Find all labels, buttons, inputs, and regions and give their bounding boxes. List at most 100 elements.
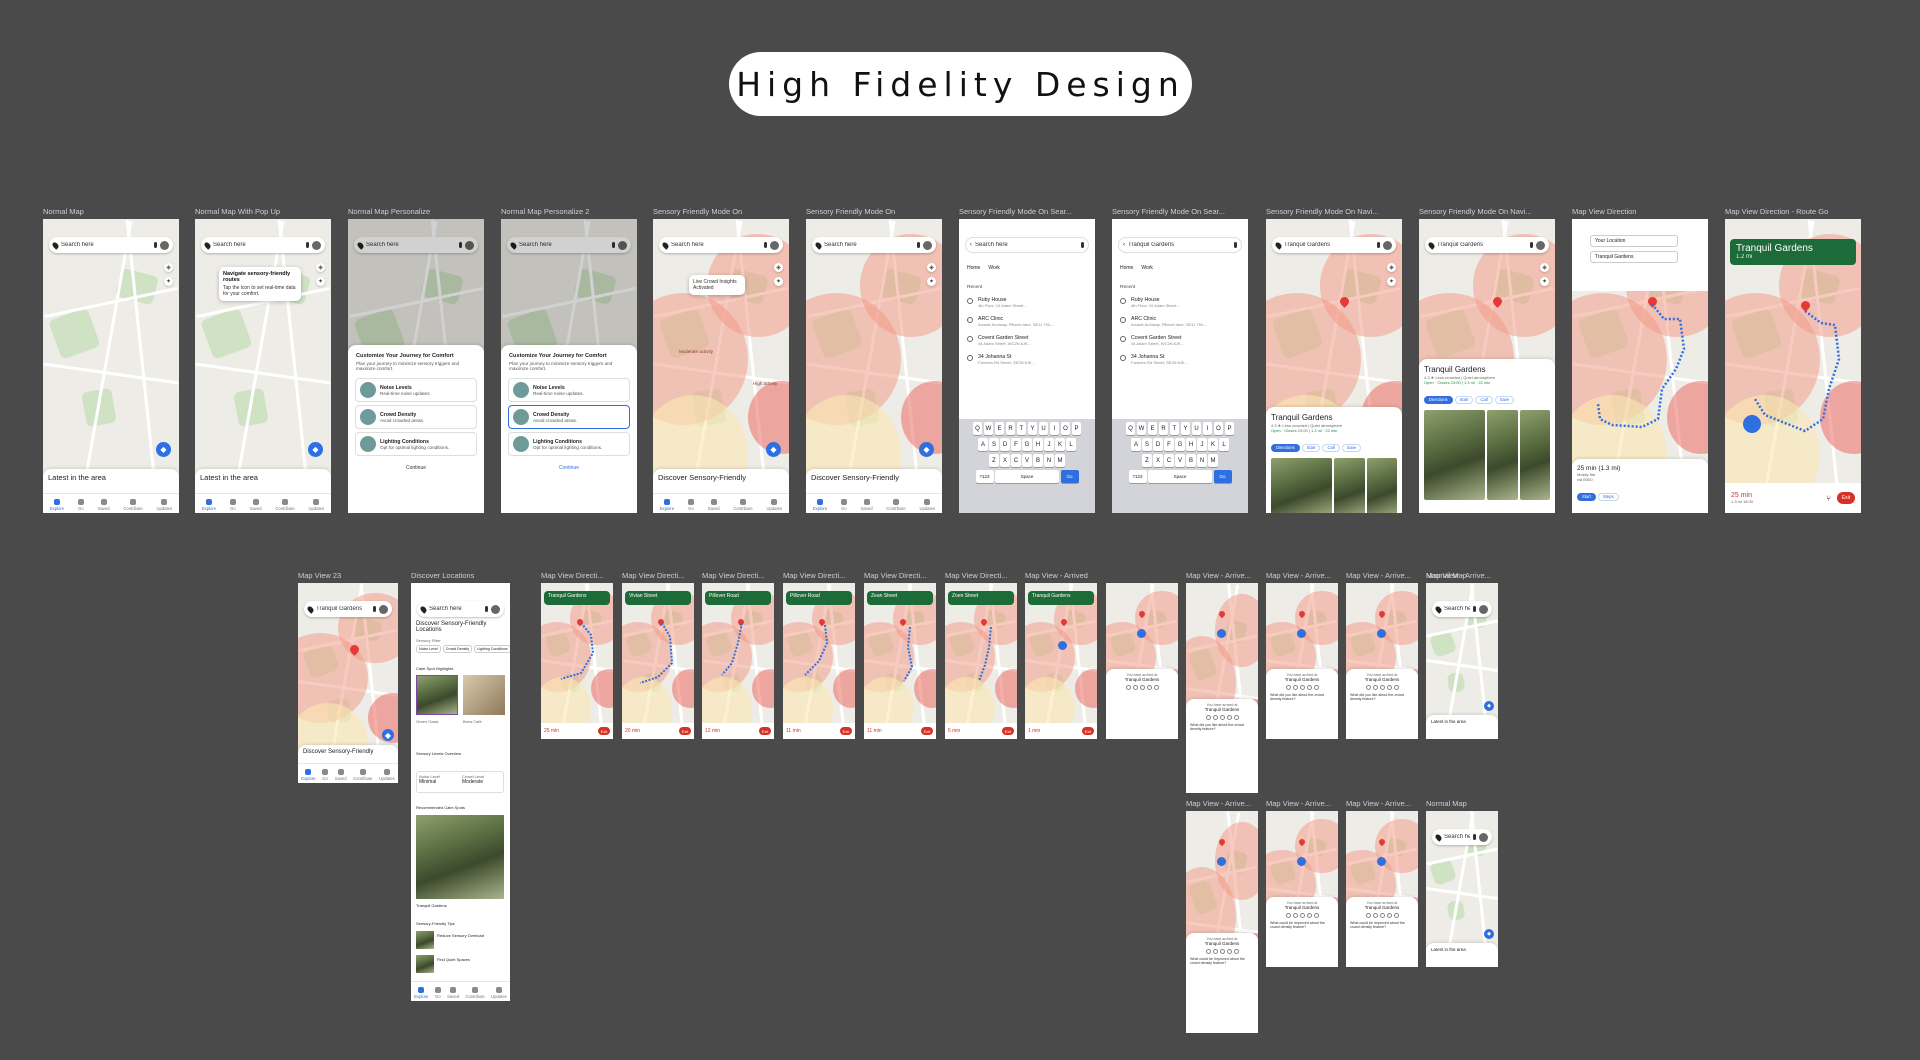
key[interactable]: Y <box>1180 422 1191 435</box>
rating-circle[interactable] <box>1292 685 1298 690</box>
key[interactable]: Y <box>1027 422 1038 435</box>
rating-circle[interactable] <box>1386 685 1392 690</box>
arrival-sheet[interactable]: You have arrived at Tranquil Gardens <box>1106 669 1178 739</box>
exit-button[interactable]: Exit <box>840 727 852 735</box>
work-chip[interactable]: Work <box>1141 265 1153 271</box>
avatar[interactable] <box>312 240 321 250</box>
key[interactable]: J <box>1044 438 1054 451</box>
personalize-sheet[interactable]: Customize Your Journey for Comfort Plan y… <box>348 345 484 513</box>
rating-circle[interactable] <box>1226 949 1232 954</box>
place-photo[interactable] <box>1334 458 1365 513</box>
exit-button[interactable]: Exit <box>921 727 933 735</box>
key[interactable]: R <box>1158 422 1169 435</box>
nav-item-contribute[interactable]: Contribute <box>465 987 485 999</box>
sensory-mode-icon[interactable]: ✦ <box>1540 277 1549 286</box>
key[interactable]: C <box>1164 454 1174 467</box>
option-lighting-conditions[interactable]: Lighting Conditions Opt for optimal light… <box>508 432 630 456</box>
save-button[interactable]: Save <box>1341 443 1362 452</box>
nav-item-go[interactable]: Go <box>687 499 694 511</box>
key[interactable]: P <box>1224 422 1235 435</box>
microphone-icon[interactable] <box>485 606 488 612</box>
nav-item-saved[interactable]: Saved <box>98 499 110 511</box>
route-options-icon[interactable]: ⑂ <box>1826 494 1831 503</box>
rating-circle[interactable] <box>1285 913 1291 918</box>
key[interactable]: X <box>1153 454 1163 467</box>
rating-circle[interactable] <box>1139 685 1145 690</box>
home-chip[interactable]: Home <box>967 265 980 271</box>
bottom-sheet[interactable]: Latest in the area <box>1426 943 1498 967</box>
key[interactable]: B <box>1186 454 1196 467</box>
space-key[interactable]: Space <box>995 470 1059 483</box>
key[interactable]: M <box>1055 454 1065 467</box>
place-photo[interactable] <box>1487 410 1518 500</box>
arrival-sheet[interactable]: You have arrived at Tranquil Gardens What … <box>1186 933 1258 1033</box>
call-button[interactable]: Call <box>1475 395 1493 404</box>
key[interactable]: H <box>1186 438 1196 451</box>
rating-circle[interactable] <box>1372 685 1378 690</box>
rating-circle[interactable] <box>1393 913 1399 918</box>
key[interactable]: O <box>1060 422 1071 435</box>
search-input[interactable]: Search here <box>1432 601 1492 617</box>
rating-circle[interactable] <box>1365 913 1371 918</box>
key[interactable]: M <box>1208 454 1218 467</box>
rating-circle[interactable] <box>1132 685 1138 690</box>
save-button[interactable]: Save <box>1494 395 1515 404</box>
avatar[interactable] <box>770 240 779 250</box>
nav-item-updates[interactable]: Updates <box>919 499 935 511</box>
key[interactable]: G <box>1022 438 1032 451</box>
place-photo[interactable] <box>1519 410 1550 500</box>
route-sheet[interactable]: 25 min (1.3 mi) Mostly flat via B300 Start S… <box>1572 459 1708 513</box>
nav-item-go[interactable]: Go <box>840 499 847 511</box>
directions-fab[interactable]: ◆ <box>156 442 171 457</box>
continue-button[interactable]: Continue <box>348 459 484 471</box>
numbers-key[interactable]: ?123 <box>975 470 994 483</box>
directions-fab[interactable]: ◆ <box>308 442 323 457</box>
nav-item-saved[interactable]: Saved <box>708 499 720 511</box>
personalize-sheet[interactable]: Customize Your Journey for Comfort Plan y… <box>501 345 637 513</box>
key[interactable]: Z <box>989 454 999 467</box>
rating-circle[interactable] <box>1212 949 1218 954</box>
place-photo[interactable] <box>1424 410 1485 500</box>
rating-circle[interactable] <box>1299 685 1305 690</box>
directions-button[interactable]: Directions <box>1271 443 1300 452</box>
nav-item-saved[interactable]: Saved <box>250 499 262 511</box>
key[interactable]: I <box>1049 422 1060 435</box>
rating-circle[interactable] <box>1205 715 1211 720</box>
rating-circle[interactable] <box>1365 685 1371 690</box>
spot-photo[interactable] <box>416 675 458 715</box>
avatar[interactable] <box>160 240 169 250</box>
start-button[interactable]: Start <box>1454 395 1474 404</box>
place-sheet[interactable]: Tranquil Gardens 4.3 ★ Less crowded | Qui… <box>1266 407 1402 513</box>
key[interactable]: B <box>1033 454 1043 467</box>
microphone-icon[interactable] <box>1473 834 1476 840</box>
nav-item-explore[interactable]: Explore <box>813 499 827 511</box>
rating-circle[interactable] <box>1299 913 1305 918</box>
layers-icon[interactable]: ◈ <box>1387 263 1396 272</box>
key[interactable]: E <box>994 422 1005 435</box>
rating-circle[interactable] <box>1205 949 1211 954</box>
rating-circle[interactable] <box>1306 685 1312 690</box>
recent-item[interactable]: Ruby House 4th Floor, 10 Adam Street... <box>959 293 1095 312</box>
recent-item[interactable]: Covent Garden Street 44 Adam Street, WC2N… <box>1112 331 1248 350</box>
exit-button[interactable]: Exit <box>1082 727 1094 735</box>
key[interactable]: C <box>1011 454 1021 467</box>
microphone-icon[interactable] <box>306 242 309 248</box>
continue-button[interactable]: Continue <box>501 459 637 471</box>
bottom-sheet[interactable]: Latest in the area <box>1426 715 1498 739</box>
option-noise-levels[interactable]: Noise Levels Real-time noise updates. <box>508 378 630 402</box>
search-input[interactable]: Search here <box>1432 829 1492 845</box>
layers-icon[interactable]: ◈ <box>164 263 173 272</box>
home-chip[interactable]: Home <box>1120 265 1133 271</box>
key[interactable]: W <box>1136 422 1147 435</box>
search-input[interactable]: Tranquil Gardens <box>304 601 392 617</box>
rating-circle[interactable] <box>1379 685 1385 690</box>
sensory-mode-icon[interactable]: ✦ <box>1387 277 1396 286</box>
search-input[interactable]: Search here <box>417 601 504 617</box>
search-input[interactable]: Search here <box>812 237 936 253</box>
arrival-sheet[interactable]: You have arrived at Tranquil Gardens What … <box>1266 669 1338 739</box>
rating-circle[interactable] <box>1146 685 1152 690</box>
arrival-sheet[interactable]: You have arrived at Tranquil Gardens What … <box>1346 669 1418 739</box>
key[interactable]: P <box>1071 422 1082 435</box>
back-arrow-icon[interactable]: ‹ <box>970 242 972 248</box>
avatar[interactable] <box>1383 240 1392 250</box>
